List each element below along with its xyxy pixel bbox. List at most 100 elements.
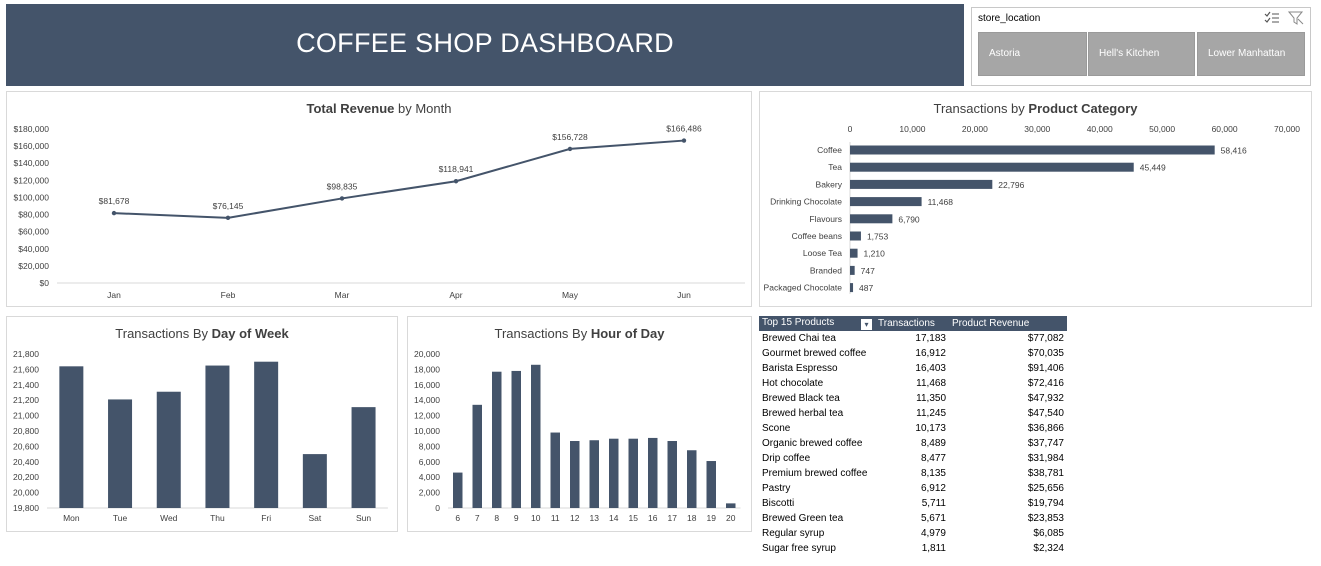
revenue-data-label: $156,728	[552, 132, 588, 142]
x-tick-label: 18	[687, 513, 697, 523]
category-bar	[850, 197, 922, 207]
bar	[108, 399, 133, 508]
revenue-cell: $38,781	[1027, 468, 1064, 479]
category-label: Tea	[828, 162, 842, 172]
bar	[59, 366, 84, 508]
revenue-data-label: $76,145	[213, 201, 244, 211]
revenue-point	[225, 215, 231, 221]
bar	[472, 404, 482, 508]
y-tick-label: 20,000	[13, 488, 39, 498]
bar	[589, 440, 599, 508]
category-bar	[850, 248, 858, 258]
table-row[interactable]: Pastry 6,912 $25,656	[759, 481, 1067, 496]
x-tick-label: 6	[455, 513, 460, 523]
y-tick-label: 20,400	[13, 457, 39, 467]
table-row[interactable]: Brewed Green tea 5,671 $23,853	[759, 511, 1067, 526]
revenue-series-line	[113, 139, 685, 219]
weekday-chart-panel: Transactions By Day of Week 19,800 20,000…	[6, 316, 398, 532]
bar	[726, 503, 736, 508]
hour-chart-title: Transactions By Hour of Day	[494, 326, 665, 341]
header-transactions: Transactions	[875, 316, 949, 331]
y-tick-label: 21,600	[13, 364, 39, 374]
revenue-cell: $2,324	[1033, 543, 1064, 554]
table-row[interactable]: Brewed Chai tea 17,183 $77,082	[759, 331, 1067, 346]
x-tick-label: Tue	[113, 513, 128, 523]
table-row[interactable]: Organic brewed coffee 8,489 $37,747	[759, 436, 1067, 451]
header-product[interactable]: Top 15 Products ▾	[759, 316, 875, 331]
revenue-cell: $91,406	[1027, 363, 1064, 374]
x-tick-label: 10,000	[899, 124, 925, 134]
transactions-cell: 11,245	[916, 408, 946, 419]
table-row[interactable]: Brewed herbal tea 11,245 $47,540	[759, 406, 1067, 421]
y-tick-label: 6,000	[419, 457, 441, 467]
table-row[interactable]: Hot chocolate 11,468 $72,416	[759, 376, 1067, 391]
x-tick-label: 30,000	[1024, 124, 1050, 134]
category-chart-title: Transactions by Product Category	[933, 101, 1138, 116]
table-row[interactable]: Regular syrup 4,979 $6,085	[759, 526, 1067, 541]
product-cell: Brewed Black tea	[762, 393, 840, 404]
slicer-button-astoria[interactable]: Astoria	[978, 32, 1087, 76]
revenue-cell: $77,082	[1027, 333, 1064, 344]
bar	[628, 438, 638, 508]
product-cell: Scone	[762, 423, 791, 434]
revenue-point	[567, 146, 573, 152]
y-tick-label: 20,000	[414, 349, 440, 359]
hour-chart-panel: Transactions By Hour of Day 0 2,000 4,000 6…	[407, 316, 752, 532]
y-tick-label: 14,000	[414, 395, 440, 405]
x-tick-label: 40,000	[1087, 124, 1113, 134]
table-row[interactable]: Premium brewed coffee 8,135 $38,781	[759, 466, 1067, 481]
category-label: Loose Tea	[803, 248, 842, 258]
y-tick-label: 4,000	[419, 472, 441, 482]
product-cell: Drip coffee	[762, 453, 811, 464]
category-chart-panel: Transactions by Product Category 0 10,000…	[759, 91, 1312, 307]
transactions-cell: 17,183	[915, 333, 946, 344]
category-bar	[850, 179, 993, 189]
product-cell: Brewed herbal tea	[762, 408, 844, 419]
revenue-cell: $25,656	[1027, 483, 1064, 494]
sort-filter-icon[interactable]: ▾	[861, 319, 872, 330]
multi-select-icon[interactable]	[1264, 11, 1280, 25]
bar	[254, 361, 279, 508]
table-header-row: Top 15 Products ▾ Transactions Product R…	[759, 316, 1067, 331]
x-tick-label: Sun	[356, 513, 371, 523]
x-tick-label: 7	[475, 513, 480, 523]
x-tick-label: Sat	[308, 513, 321, 523]
table-row[interactable]: Biscotti 5,711 $19,794	[759, 496, 1067, 511]
bar	[492, 371, 502, 508]
y-tick-label: $20,000	[18, 261, 49, 271]
y-tick-label: 20,800	[13, 426, 39, 436]
revenue-cell: $70,035	[1027, 348, 1064, 359]
product-cell: Regular syrup	[762, 528, 825, 539]
transactions-cell: 8,489	[920, 438, 946, 449]
slicer-title: store_location	[978, 13, 1041, 24]
table-row[interactable]: Brewed Black tea 11,350 $47,932	[759, 391, 1067, 406]
x-tick-label: Thu	[210, 513, 225, 523]
transactions-cell: 8,477	[920, 453, 946, 464]
x-tick-label: Jan	[107, 290, 121, 300]
x-tick-label: 16	[648, 513, 658, 523]
revenue-cell: $37,747	[1027, 438, 1064, 449]
slicer-button-lower-manhattan[interactable]: Lower Manhattan	[1197, 32, 1305, 76]
product-cell: Hot chocolate	[762, 378, 824, 389]
slicer-button-hells-kitchen[interactable]: Hell's Kitchen	[1088, 32, 1195, 76]
revenue-cell: $36,866	[1027, 423, 1064, 434]
x-tick-label: 13	[590, 513, 600, 523]
header-product-revenue: Product Revenue	[949, 316, 1067, 331]
table-row[interactable]: Sugar free syrup 1,811 $2,324	[759, 541, 1067, 556]
transactions-cell: 5,671	[920, 513, 946, 524]
table-row[interactable]: Gourmet brewed coffee 16,912 $70,035	[759, 346, 1067, 361]
product-cell: Pastry	[762, 483, 791, 494]
table-row[interactable]: Scone 10,173 $36,866	[759, 421, 1067, 436]
y-tick-label: $60,000	[18, 227, 49, 237]
category-bar	[850, 214, 893, 224]
clear-filter-icon[interactable]	[1287, 11, 1304, 25]
table-row[interactable]: Barista Espresso 16,403 $91,406	[759, 361, 1067, 376]
transactions-cell: 4,979	[920, 528, 946, 539]
transactions-cell: 10,173	[915, 423, 946, 434]
y-tick-label: 8,000	[419, 441, 441, 451]
y-tick-label: 21,400	[13, 380, 39, 390]
x-tick-label: 11	[551, 513, 560, 523]
x-tick-label: 9	[514, 513, 519, 523]
y-tick-label: $120,000	[14, 175, 50, 185]
table-row[interactable]: Drip coffee 8,477 $31,984	[759, 451, 1067, 466]
